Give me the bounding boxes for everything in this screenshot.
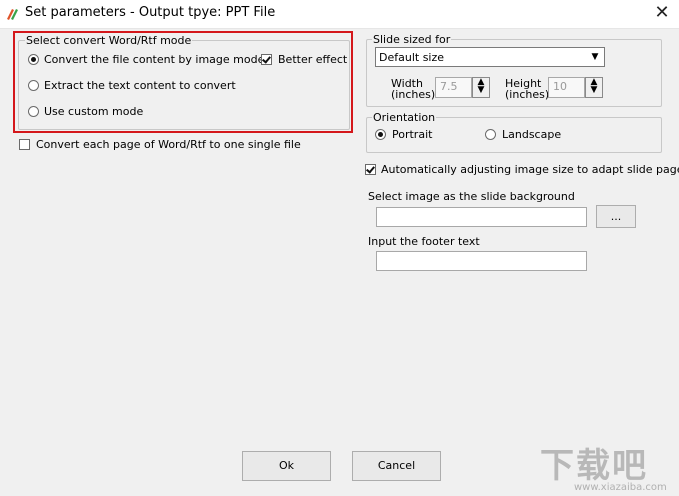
ok-button[interactable]: Ok	[242, 451, 331, 481]
radio-landscape[interactable]	[485, 129, 496, 140]
height-spinner[interactable]: ▲ ▼	[585, 77, 603, 98]
chevron-down-icon: ▼	[591, 52, 599, 62]
title-bar: Set parameters - Output tpye: PPT File ✕	[0, 0, 679, 29]
window-title: Set parameters - Output tpye: PPT File	[25, 5, 276, 20]
single-file-checkbox[interactable]	[19, 139, 30, 150]
background-label: Select image as the slide background	[368, 190, 575, 203]
height-input[interactable]: 10	[548, 77, 585, 98]
slide-size-value: Default size	[379, 51, 445, 64]
width-input[interactable]: 7.5	[435, 77, 472, 98]
footer-text-input[interactable]	[376, 251, 587, 271]
slide-size-label: Slide sized for	[372, 33, 452, 46]
width-spinner[interactable]: ▲ ▼	[472, 77, 490, 98]
radio-image-mode[interactable]	[28, 54, 39, 65]
height-unit-label: (inches)	[505, 88, 550, 101]
orientation-label: Orientation	[372, 111, 437, 124]
radio-custom-mode-label: Use custom mode	[44, 105, 144, 118]
radio-image-mode-label: Convert the file content by image mode	[44, 53, 265, 66]
radio-custom-mode[interactable]	[28, 106, 39, 117]
app-logo-icon	[7, 9, 18, 20]
radio-landscape-label: Landscape	[502, 128, 562, 141]
radio-portrait-label: Portrait	[392, 128, 433, 141]
better-effect-checkbox[interactable]	[261, 54, 272, 65]
watermark-url: www.xiazaiba.com	[574, 482, 667, 493]
close-icon[interactable]: ✕	[650, 3, 674, 23]
radio-extract-text[interactable]	[28, 80, 39, 91]
better-effect-label: Better effect	[278, 53, 348, 66]
background-path-input[interactable]	[376, 207, 587, 227]
footer-label: Input the footer text	[368, 235, 480, 248]
browse-button[interactable]: ...	[596, 205, 636, 228]
slide-size-select[interactable]: Default size ▼	[375, 47, 605, 67]
single-file-label: Convert each page of Word/Rtf to one sin…	[36, 138, 301, 151]
cancel-button[interactable]: Cancel	[352, 451, 441, 481]
auto-adjust-label: Automatically adjusting image size to ad…	[381, 163, 679, 176]
width-unit-label: (inches)	[391, 88, 436, 101]
auto-adjust-checkbox[interactable]	[365, 164, 376, 175]
radio-extract-text-label: Extract the text content to convert	[44, 79, 236, 92]
convert-mode-label: Select convert Word/Rtf mode	[25, 34, 193, 47]
radio-portrait[interactable]	[375, 129, 386, 140]
